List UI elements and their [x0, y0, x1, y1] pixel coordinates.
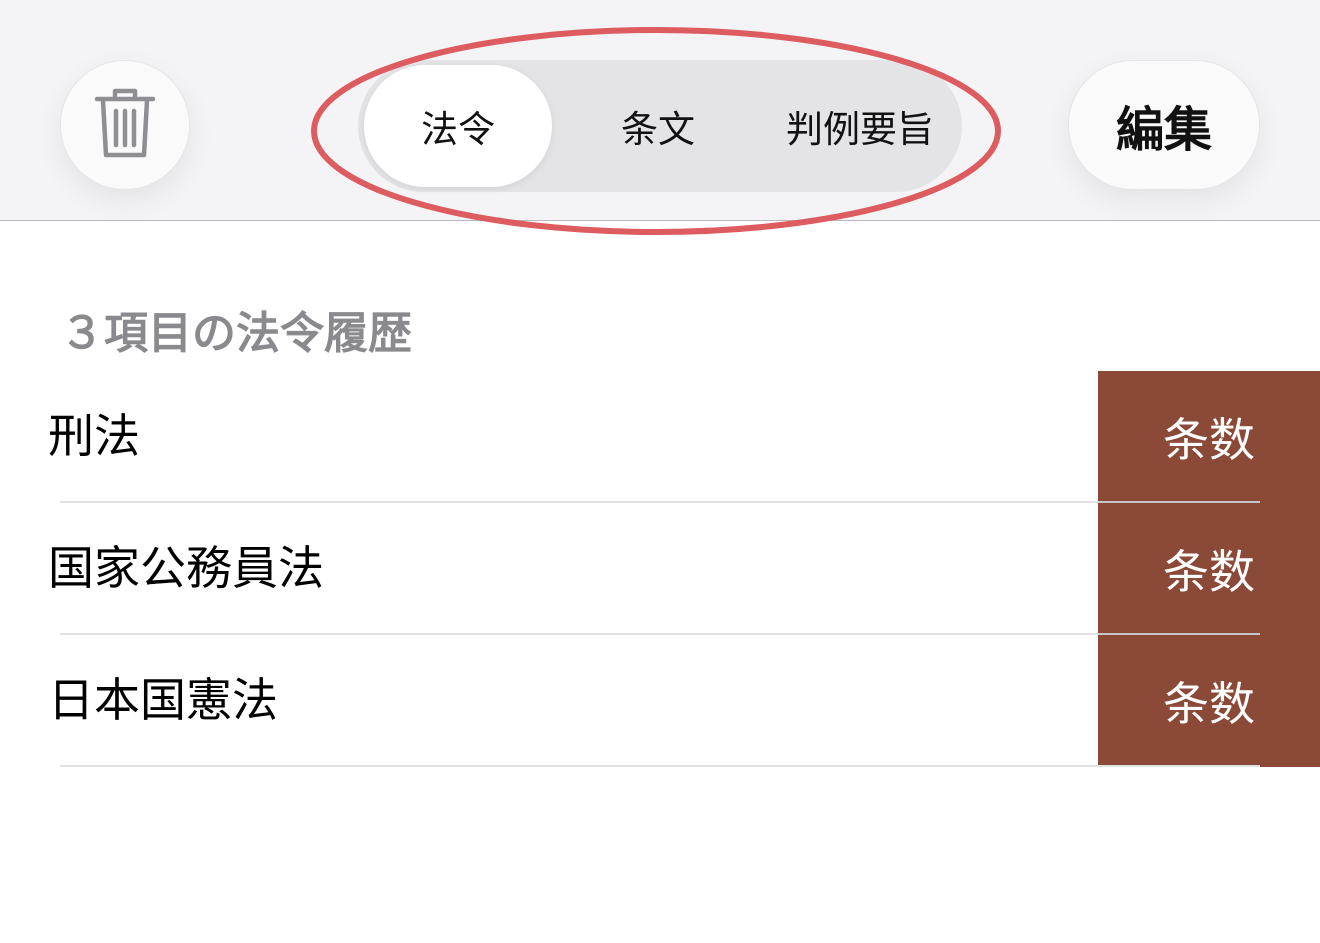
list-item[interactable]: 日本国憲法 条数	[0, 635, 1320, 767]
article-count-button[interactable]: 条数	[1098, 635, 1320, 767]
list-item-label: 国家公務員法	[48, 541, 324, 595]
law-history-list: 刑法 条数 国家公務員法 条数 日本国憲法 条数	[0, 371, 1320, 767]
delete-history-button[interactable]	[60, 60, 190, 190]
history-section-title: ３項目の法令履歴	[60, 308, 412, 359]
list-item[interactable]: 国家公務員法 条数	[0, 503, 1320, 635]
segment-laws[interactable]: 法令	[364, 65, 552, 187]
history-type-segmented-control: 法令 条文 判例要旨	[358, 60, 962, 192]
list-item-label: 刑法	[48, 409, 140, 463]
segment-case-summaries[interactable]: 判例要旨	[762, 65, 958, 187]
article-count-button[interactable]: 条数	[1098, 371, 1320, 503]
list-item[interactable]: 刑法 条数	[0, 371, 1320, 503]
top-toolbar: 法令 条文 判例要旨 編集	[0, 0, 1320, 221]
edit-button[interactable]: 編集	[1068, 60, 1260, 190]
trash-icon	[94, 87, 156, 163]
article-count-button[interactable]: 条数	[1098, 503, 1320, 635]
list-item-label: 日本国憲法	[48, 673, 278, 727]
divider	[60, 765, 1260, 767]
segment-articles[interactable]: 条文	[558, 65, 758, 187]
